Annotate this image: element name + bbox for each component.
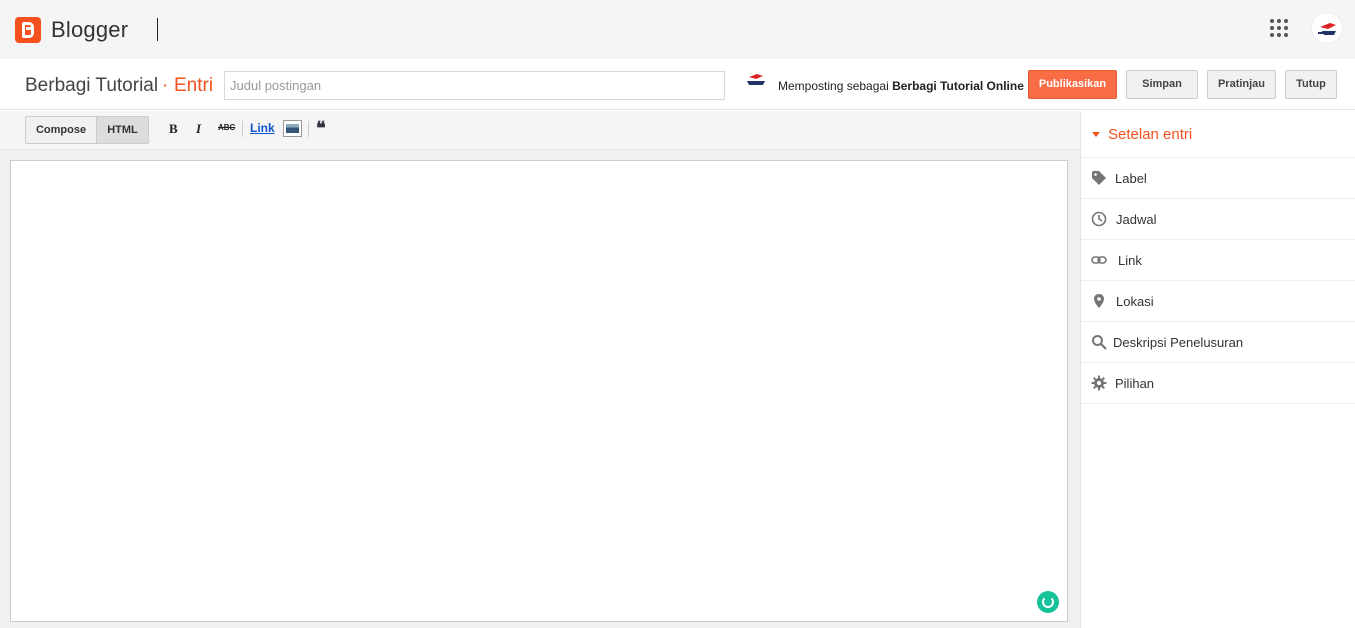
sidebar-item-label[interactable]: Label (1081, 158, 1355, 199)
toolbar-divider (308, 121, 309, 137)
sidebar-item-link[interactable]: Link (1081, 240, 1355, 281)
toolbar-divider (242, 121, 243, 137)
posting-as-name: Berbagi Tutorial Online (892, 79, 1024, 93)
search-icon (1092, 335, 1107, 350)
sidebar-item-link-text: Link (1118, 253, 1142, 268)
close-button[interactable]: Tutup (1285, 70, 1337, 99)
header-divider (157, 18, 158, 41)
post-settings-sidebar: Setelan entri Label Jadwal Link Lokasi D… (1080, 111, 1355, 628)
link-button[interactable]: Link (250, 121, 275, 135)
post-header: Berbagi Tutorial · Entri Memposting seba… (0, 59, 1355, 110)
sidebar-item-options-text: Pilihan (1115, 376, 1155, 391)
label-tag-icon (1092, 171, 1106, 185)
clock-icon (1091, 211, 1107, 227)
quote-icon[interactable]: ❝ (316, 118, 326, 139)
strikethrough-button[interactable]: ABC (218, 123, 235, 132)
post-settings-header[interactable]: Setelan entri (1081, 111, 1355, 158)
apps-grid-icon[interactable] (1270, 19, 1288, 37)
sidebar-item-search-description[interactable]: Deskripsi Penelusuran (1081, 322, 1355, 363)
blogger-logo-icon[interactable] (15, 17, 41, 43)
html-editor-textarea[interactable] (10, 160, 1068, 622)
posting-as-prefix: Memposting sebagai (778, 79, 889, 93)
title-separator: · (162, 75, 169, 96)
caret-down-icon (1092, 132, 1100, 137)
link-icon (1091, 256, 1107, 264)
blog-title[interactable]: Berbagi Tutorial (25, 75, 158, 97)
sidebar-item-schedule[interactable]: Jadwal (1081, 199, 1355, 240)
account-avatar[interactable] (1311, 12, 1343, 44)
post-settings-title: Setelan entri (1108, 126, 1193, 143)
section-name: Entri (174, 75, 214, 96)
save-button[interactable]: Simpan (1126, 70, 1198, 99)
app-name[interactable]: Blogger (51, 17, 128, 43)
compose-mode-button[interactable]: Compose (25, 116, 97, 144)
sidebar-item-location-text: Lokasi (1116, 294, 1154, 309)
insert-image-icon[interactable] (283, 120, 302, 137)
italic-button[interactable]: I (196, 121, 201, 137)
sidebar-item-schedule-text: Jadwal (1116, 212, 1157, 227)
grammarly-icon[interactable] (1037, 591, 1059, 613)
gear-icon (1091, 375, 1107, 391)
editor-toolbar: Compose HTML B I ABC Link ❝ (0, 111, 1080, 150)
poster-logo-icon (745, 73, 769, 87)
preview-button[interactable]: Pratinjau (1207, 70, 1276, 99)
sidebar-item-location[interactable]: Lokasi (1081, 281, 1355, 322)
posting-as-text: Memposting sebagai Berbagi Tutorial Onli… (778, 79, 1024, 93)
sidebar-item-search-description-text: Deskripsi Penelusuran (1113, 335, 1244, 350)
post-title-input[interactable] (224, 71, 725, 100)
html-mode-button[interactable]: HTML (96, 116, 149, 144)
location-pin-icon (1094, 294, 1104, 308)
top-bar: Blogger (0, 0, 1355, 59)
sidebar-item-options[interactable]: Pilihan (1081, 363, 1355, 404)
sidebar-item-label-text: Label (1115, 171, 1147, 186)
bold-button[interactable]: B (169, 121, 178, 137)
editor-area (0, 150, 1080, 628)
publish-button[interactable]: Publikasikan (1028, 70, 1117, 99)
